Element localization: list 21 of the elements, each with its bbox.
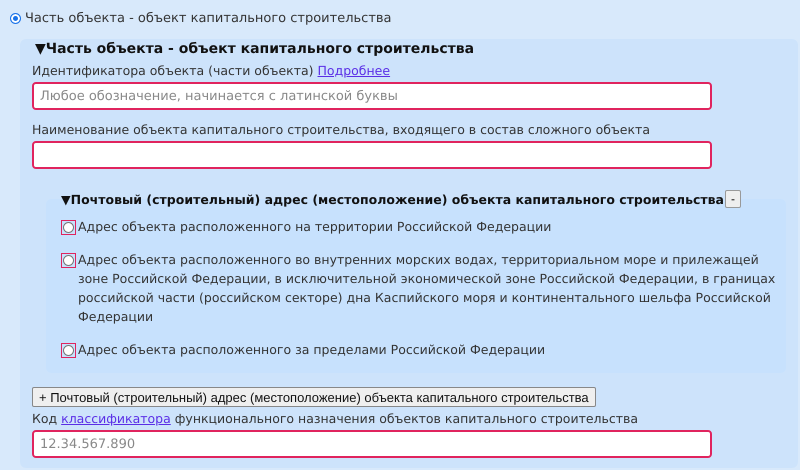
input-field[interactable]: 12.34.567.890 [32,430,712,458]
radio-option[interactable]: Часть объекта - объект капитального строительства [10,8,800,28]
radio-label: Адрес объекта расположенного на территории Российской Федерации [78,218,552,236]
radio-button[interactable] [10,12,21,24]
radio-label: Адрес объекта расположенного за пределами Российской Федерации [78,341,546,359]
collapse-button[interactable]: - [725,190,741,208]
radio-button[interactable] [61,220,76,235]
radio-button[interactable] [61,343,76,358]
input-field[interactable]: Любое обозначение, начинается с латинской буквы [32,82,712,110]
classifier-link[interactable]: классификатора [61,411,171,426]
radio-label: Адрес объекта расположенного во внутренних морских водах, территориальном море и прилежащей зоне Российской Федерации, в исключительной экономической зоне Российской Федерации, в границах российской части (российском секторе) дна Каспийского моря и континентального шельфа Российской Федерации [78,251,776,326]
field-label: Наименование объекта капитального строительства, входящего в состав сложного объекта [32,122,651,138]
address-title[interactable]: ▼Почтовый (строительный) адрес (местоположение) объекта капитального строительства [61,192,724,206]
field-label: Идентификатора объекта (части объекта) Подробнее [32,63,392,79]
radio-button[interactable] [61,253,76,268]
input-field[interactable] [32,141,712,169]
add-address-button[interactable]: + Почтовый (строительный) адрес (местоположение) объекта капитального строительства [32,387,596,407]
field-label: Код классификатора функционального назначения объектов капитального строительства [32,411,640,427]
more-link[interactable]: Подробнее [318,63,390,78]
section-title[interactable]: ▼Часть объекта - объект капитального строительства [32,39,786,59]
radio-label: Часть объекта - объект капитального строительства [25,10,392,26]
